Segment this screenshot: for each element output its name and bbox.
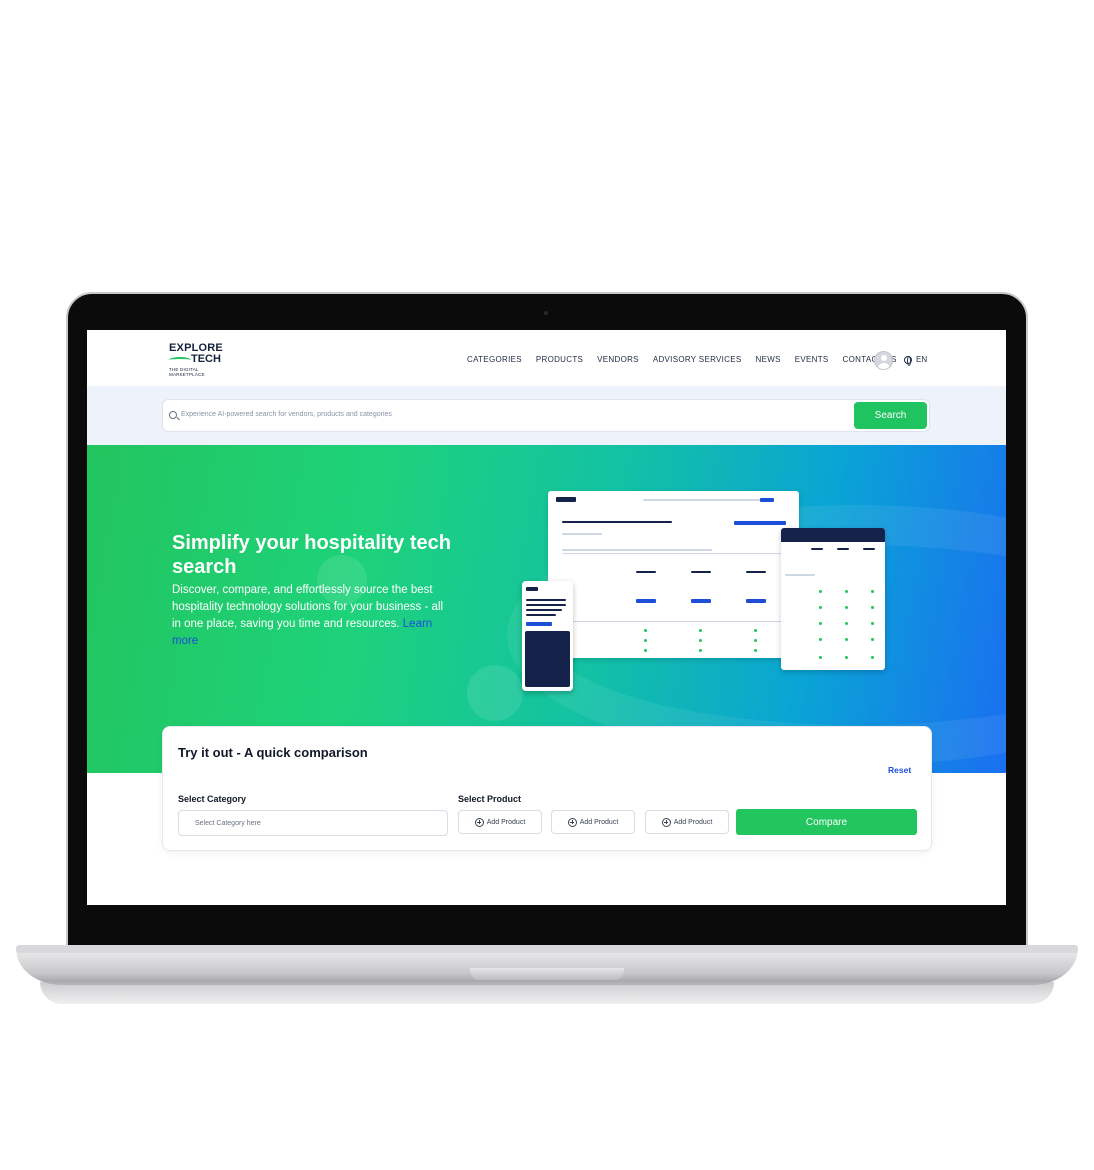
- comparison-title: Try it out - A quick comparison: [178, 745, 368, 760]
- nav-item-products[interactable]: PRODUCTS: [536, 355, 583, 364]
- browser-screen: EXPLORE TECH THE DIGITAL MARKETPLACE CAT…: [87, 330, 1006, 905]
- quick-comparison-card: Try it out - A quick comparison Reset Se…: [162, 726, 932, 851]
- hero-banner: Simplify your hospitality tech search Di…: [87, 445, 1006, 773]
- nav-item-categories[interactable]: CATEGORIES: [467, 355, 522, 364]
- main-menu: CATEGORIES PRODUCTS VENDORS ADVISORY SER…: [467, 355, 897, 364]
- hero-decoration-circle: [467, 665, 523, 721]
- nav-item-vendors[interactable]: VENDORS: [597, 355, 639, 364]
- nav-item-advisory-services[interactable]: ADVISORY SERVICES: [653, 355, 742, 364]
- search-placeholder: Experience AI-powered search for vendors…: [181, 411, 392, 418]
- nav-item-news[interactable]: NEWS: [756, 355, 781, 364]
- logo-text-tech: TECH: [169, 354, 229, 365]
- category-placeholder: Select Category here: [195, 820, 261, 827]
- globe-icon: [904, 355, 912, 366]
- plus-circle-icon: [661, 817, 671, 827]
- laptop-keyboard-edge: [16, 945, 1078, 953]
- nav-item-events[interactable]: EVENTS: [795, 355, 829, 364]
- explore-tech-logo[interactable]: EXPLORE TECH THE DIGITAL MARKETPLACE: [169, 343, 229, 377]
- logo-tech-word: TECH: [191, 353, 221, 365]
- top-navigation: EXPLORE TECH THE DIGITAL MARKETPLACE CAT…: [87, 330, 1006, 386]
- add-product-label: Add Product: [486, 818, 526, 826]
- hero-description: Discover, compare, and effortlessly sour…: [172, 582, 452, 650]
- select-product-label: Select Product: [458, 794, 522, 804]
- reset-button[interactable]: Reset: [888, 765, 911, 775]
- add-product-label: Add Product: [579, 818, 619, 826]
- category-select[interactable]: Select Category here: [178, 810, 448, 836]
- add-product-label: Add Product: [673, 818, 713, 826]
- comparison-results-mockup: [781, 528, 885, 670]
- logo-swoosh-icon: [169, 357, 191, 363]
- add-product-button-3[interactable]: Add Product: [645, 810, 729, 834]
- add-product-button-1[interactable]: Add Product: [458, 810, 542, 834]
- compare-button[interactable]: Compare: [736, 809, 917, 835]
- plus-circle-icon: [567, 817, 577, 827]
- search-input[interactable]: Experience AI-powered search for vendors…: [162, 399, 930, 432]
- mobile-app-mockup: [522, 581, 573, 691]
- user-avatar-icon[interactable]: [874, 351, 893, 370]
- laptop-hinge: [470, 968, 624, 980]
- language-label: EN: [916, 355, 928, 364]
- add-product-button-2[interactable]: Add Product: [551, 810, 635, 834]
- laptop-shadow: [40, 982, 1054, 1004]
- hero-title: Simplify your hospitality tech search: [172, 532, 451, 578]
- search-button[interactable]: Search: [854, 402, 927, 429]
- search-icon: [169, 411, 177, 419]
- logo-tagline: THE DIGITAL MARKETPLACE: [169, 367, 205, 377]
- language-selector[interactable]: EN: [904, 355, 928, 366]
- search-section: Experience AI-powered search for vendors…: [87, 386, 1006, 445]
- comparison-page-mockup: [548, 491, 799, 658]
- plus-circle-icon: [474, 817, 484, 827]
- select-category-label: Select Category: [178, 794, 247, 804]
- camera-icon: [544, 311, 548, 315]
